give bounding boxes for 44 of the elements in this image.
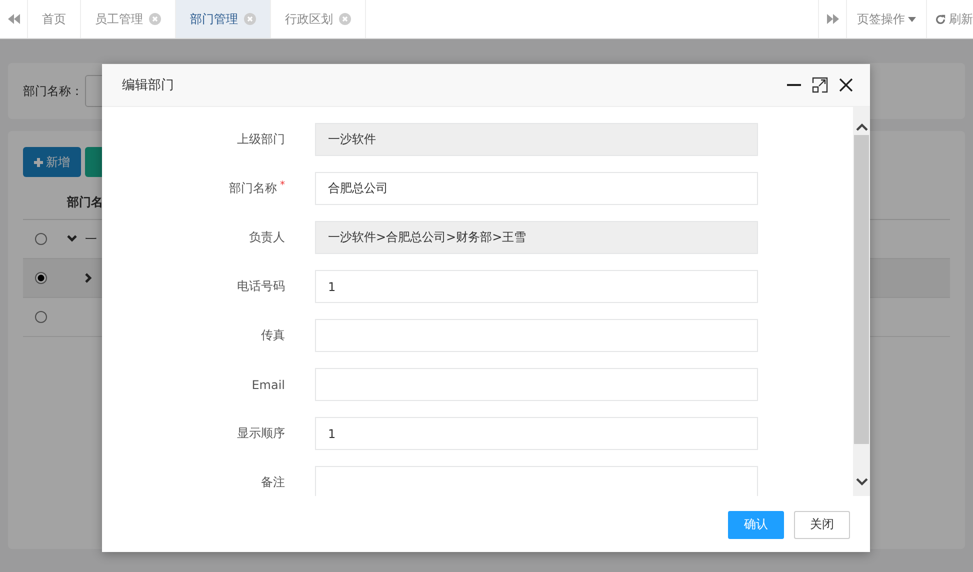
caret-icon <box>908 16 916 22</box>
input-field[interactable]: 1 <box>315 270 758 303</box>
refresh-button[interactable]: 刷新 <box>926 0 973 38</box>
input-field[interactable]: 合肥总公司 <box>315 172 758 205</box>
scrollbar[interactable] <box>853 107 870 496</box>
double-right-icon <box>826 14 838 24</box>
field-label: Email <box>252 378 285 392</box>
add-button[interactable]: 新增 <box>23 147 81 177</box>
field-label: 传真 <box>261 327 285 344</box>
close-icon[interactable] <box>838 77 854 93</box>
input-field[interactable]: 1 <box>315 417 758 450</box>
refresh-icon <box>935 14 946 24</box>
radio-button[interactable] <box>35 233 47 245</box>
scroll-down-icon[interactable] <box>856 478 868 486</box>
input-field[interactable] <box>315 368 758 401</box>
field-label: 部门名称 <box>229 180 277 197</box>
double-left-icon <box>8 14 20 24</box>
required-mark: * <box>280 180 285 193</box>
radio-button[interactable] <box>35 311 47 323</box>
tab-actions-dropdown[interactable]: 页签操作 <box>846 0 926 38</box>
chevron-down-icon[interactable] <box>67 235 77 243</box>
table-cell: 一 <box>85 230 97 248</box>
readonly-field: 一沙软件 <box>315 123 758 156</box>
field-label: 负责人 <box>249 229 285 246</box>
field-label: 电话号码 <box>237 278 285 295</box>
close-button[interactable]: 关闭 <box>794 510 850 538</box>
tab[interactable]: 行政区划 <box>271 0 366 38</box>
search-label: 部门名称： <box>23 82 83 100</box>
radio-button[interactable] <box>35 272 47 284</box>
scroll-up-icon[interactable] <box>856 123 868 131</box>
confirm-button[interactable]: 确认 <box>728 510 784 538</box>
input-field[interactable] <box>315 319 758 352</box>
tab[interactable]: 首页 <box>28 0 81 38</box>
field-label: 上级部门 <box>237 131 285 148</box>
plus-icon <box>34 158 43 166</box>
textarea-field[interactable] <box>315 466 758 496</box>
readonly-field: 一沙软件>合肥总公司>财务部>王雪 <box>315 221 758 254</box>
maximize-icon[interactable] <box>812 77 828 93</box>
column-header: 部门名 <box>67 194 103 210</box>
chevron-right-icon[interactable] <box>85 273 93 283</box>
field-label: 显示顺序 <box>237 425 285 442</box>
field-label: 备注 <box>261 474 285 491</box>
dialog-title: 编辑部门 <box>122 77 174 94</box>
tab[interactable]: 部门管理 <box>176 0 271 38</box>
